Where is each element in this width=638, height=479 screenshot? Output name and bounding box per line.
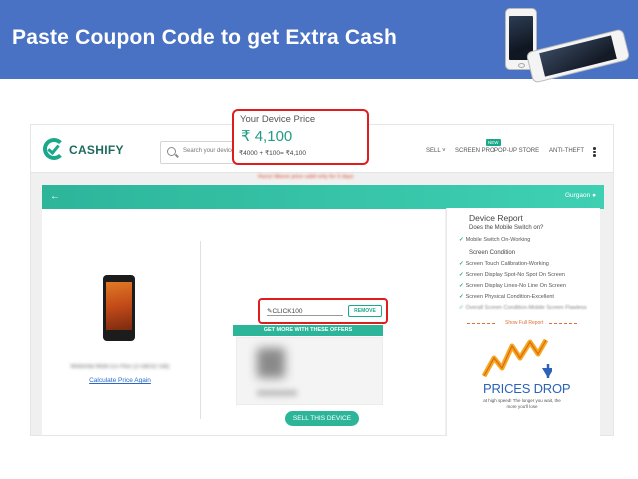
check-icon: ✓ <box>459 294 464 300</box>
nav-sell[interactable]: SELL ˅ <box>426 148 446 154</box>
report-title: Device Report <box>469 213 523 223</box>
report-line: ✓ Overall Screen Condition-Mobile Screen … <box>459 305 587 311</box>
prices-drop-graph-icon <box>482 338 552 378</box>
report-line: ✓ Screen Touch Calibration-Working <box>459 261 549 267</box>
nav-popup-store[interactable]: POP-UP STORE <box>494 148 539 154</box>
search-icon <box>167 147 176 156</box>
nav-anti-theft[interactable]: ANTI-THEFT <box>549 148 584 154</box>
location-label[interactable]: Gurgaon ● <box>565 192 596 199</box>
report-line: ✓ Screen Display Lines-No Line On Screen <box>459 283 566 289</box>
report-line-text: Screen Display Lines-No Line On Screen <box>465 283 566 289</box>
calculate-price-again-link[interactable]: Calculate Price Again <box>50 377 190 384</box>
coupon-code-field[interactable]: ✎CLICK100 <box>267 307 343 316</box>
divider <box>549 323 577 324</box>
offer-image <box>257 348 285 378</box>
report-line-text: Screen Display Spot-No Spot On Screen <box>465 272 565 278</box>
offers-area[interactable] <box>236 337 383 405</box>
report-question: Does the Mobile Switch on? <box>469 225 544 231</box>
price-breakup: ₹4000 + ₹100= ₹4,100 <box>239 150 306 157</box>
price-validity-text: Hurry! Above price valid only for 3 days <box>258 174 354 180</box>
page-header-bar: ← Gurgaon ● <box>42 185 604 209</box>
slide-banner: Paste Coupon Code to get Extra Cash <box>0 0 638 84</box>
report-line: ✓ Mobile Switch On-Working <box>459 237 530 243</box>
more-menu-icon[interactable] <box>593 147 596 157</box>
check-icon: ✓ <box>459 237 464 243</box>
device-report: Device Report Does the Mobile Switch on?… <box>446 208 600 436</box>
report-line-text: Screen Physical Condition-Excellent <box>465 294 554 300</box>
report-line-text: Mobile Switch On-Working <box>465 237 531 243</box>
check-icon: ✓ <box>459 261 464 267</box>
report-line-text: Overall Screen Condition-Mobile Screen F… <box>465 305 587 311</box>
device-price-box: Your Device Price ₹ 4,100 ₹4000 + ₹100= … <box>232 109 369 165</box>
prices-drop-subtitle: at high speed! The longer you wait, the … <box>483 398 561 409</box>
offer-text <box>257 390 297 396</box>
divider <box>467 323 495 324</box>
sell-this-device-button[interactable]: SELL THIS DEVICE <box>285 411 359 426</box>
phone-illustration-flat <box>525 28 631 84</box>
divider <box>200 241 201 419</box>
price-validity-note: Hurry! Above price valid only for 3 days <box>258 174 353 180</box>
banner-title: Paste Coupon Code to get Extra Cash <box>12 26 398 49</box>
device-name: Motorola Moto E5 Plus (3 GB/32 GB) <box>70 364 170 370</box>
remove-coupon-button[interactable]: REMOVE <box>348 305 382 317</box>
show-full-report-link[interactable]: Show Full Report <box>505 320 543 326</box>
report-line: ✓ Screen Display Spot-No Spot On Screen <box>459 272 565 278</box>
location-pin-icon: ● <box>592 192 596 199</box>
coupon-box: ✎CLICK100 REMOVE <box>258 298 388 324</box>
coupon-code-value: CLICK100 <box>272 308 303 315</box>
location-text: Gurgaon <box>564 192 591 199</box>
offers-header: GET MORE WITH THESE OFFERS <box>233 325 383 336</box>
logo-text[interactable]: CASHIFY <box>69 143 124 157</box>
check-icon: ✓ <box>459 283 464 289</box>
price-title: Your Device Price <box>240 114 316 125</box>
check-icon: ✓ <box>459 272 464 278</box>
report-section-title: Screen Condition <box>469 250 516 256</box>
nav-screen-pro[interactable]: SCREEN PRO <box>455 148 495 154</box>
report-line-text: Screen Touch Calibration-Working <box>465 261 549 267</box>
price-value: ₹ 4,100 <box>241 128 293 145</box>
check-icon: ✓ <box>459 305 464 311</box>
prices-drop-title: PRICES DROP <box>483 381 571 396</box>
new-badge: NEW <box>486 139 501 146</box>
device-image <box>103 275 135 341</box>
back-arrow-icon[interactable]: ← <box>50 191 60 202</box>
report-line: ✓ Screen Physical Condition-Excellent <box>459 294 554 300</box>
